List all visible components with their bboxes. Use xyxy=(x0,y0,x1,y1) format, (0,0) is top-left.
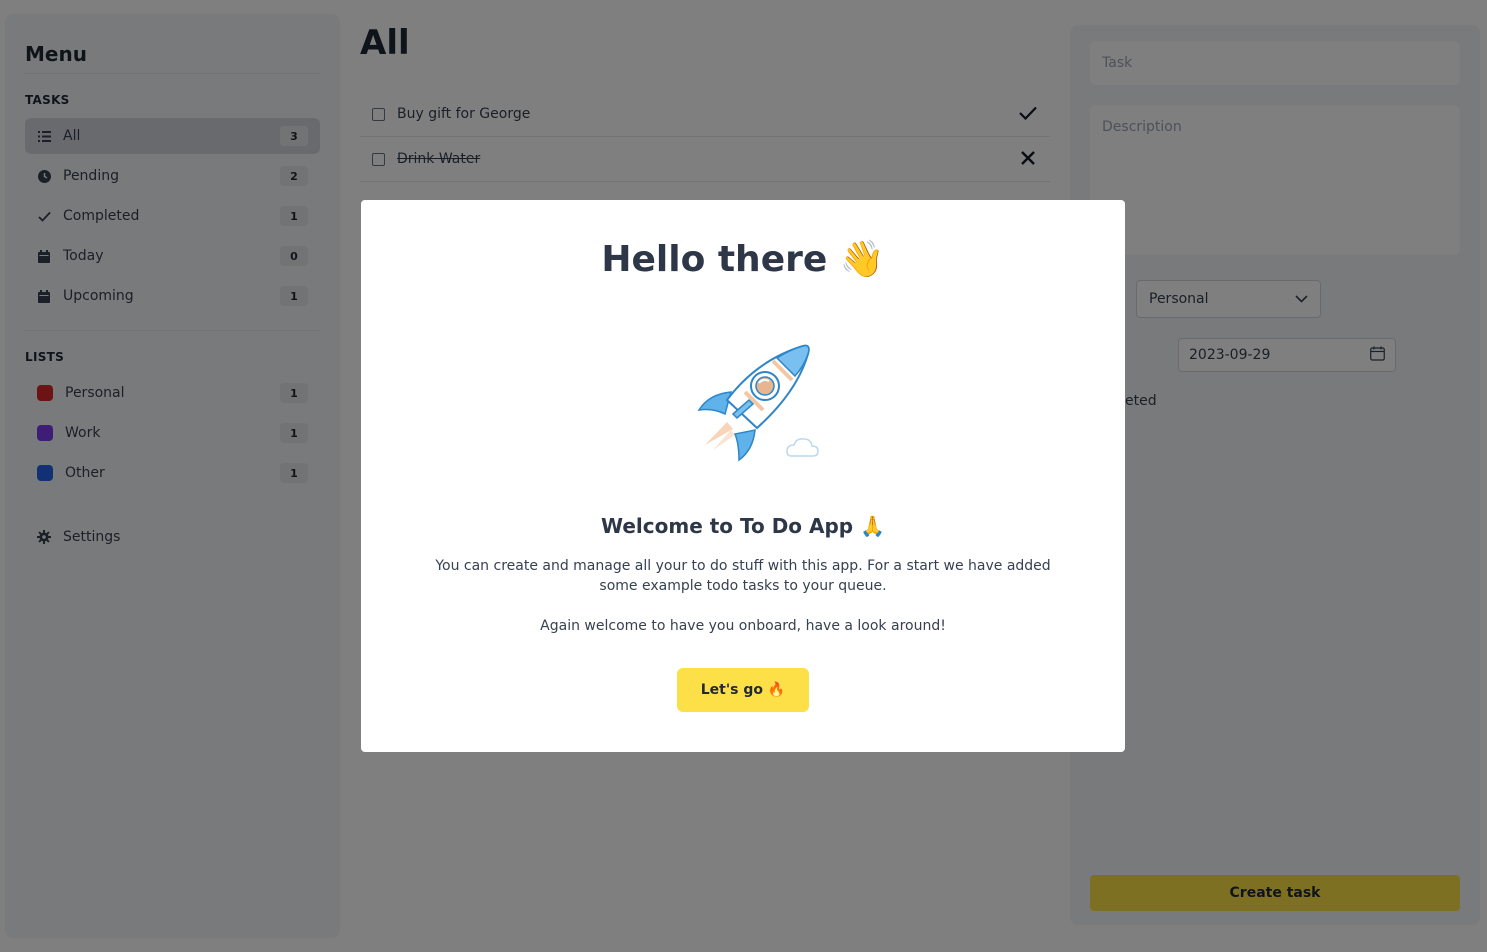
modal-subtitle: Welcome to To Do App 🙏 xyxy=(601,514,885,538)
modal-description: You can create and manage all your to do… xyxy=(435,558,1051,594)
welcome-modal: Hello there 👋 Welcome to To Do App 🙏 You… xyxy=(361,200,1125,752)
rocket-illustration xyxy=(697,344,819,462)
modal-welcome-text: Again welcome to have you onboard, have … xyxy=(540,618,946,634)
lets-go-button[interactable]: Let's go 🔥 xyxy=(677,668,809,712)
modal-title: Hello there 👋 xyxy=(601,239,885,280)
